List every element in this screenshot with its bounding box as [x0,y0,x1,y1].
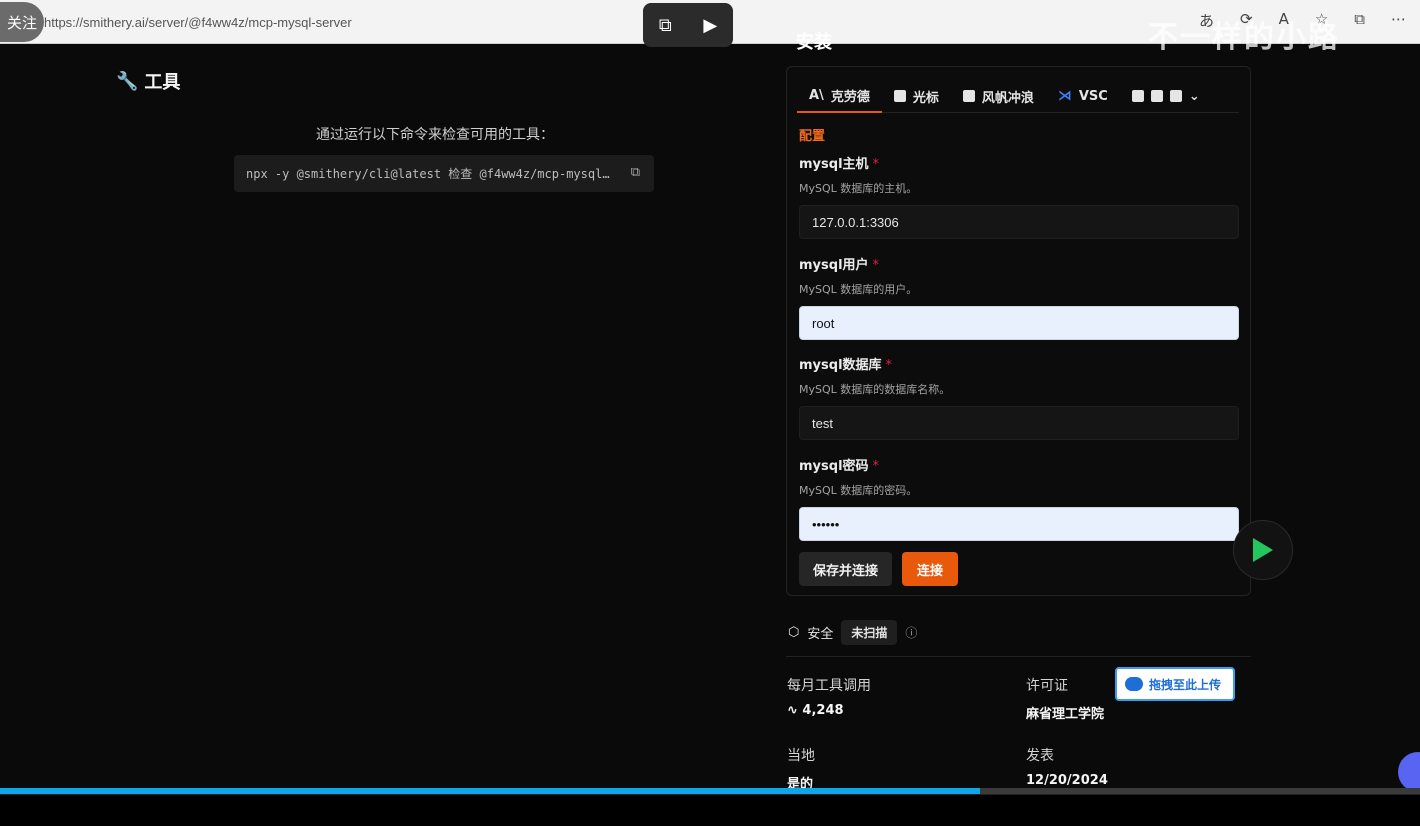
field-label-text: mysql密码 [799,459,869,474]
required-mark: * [885,358,893,373]
field-desc: MySQL 数据库的数据库名称。 [799,383,951,396]
status-badge: 未扫描 [841,620,898,645]
video-controls: ⧉ ▶ [643,3,733,47]
video-watermark: 不一样的小路 [1148,20,1340,55]
address-bar[interactable]: https://smithery.ai/server/@f4ww4z/mcp-m… [44,15,352,30]
tab-more[interactable]: ⌄ [1120,79,1212,113]
tab-cursor[interactable]: 光标 [882,79,951,113]
tab-label: 光标 [912,90,939,106]
field-desc: MySQL 数据库的用户。 [799,283,918,296]
save-and-connect-button[interactable]: 保存并连接 [799,552,893,586]
wrench-icon: 🔧 [116,70,139,92]
mysql-host-input[interactable]: 127.0.0.1:3306 [799,205,1239,239]
stat-label: 当地 [787,748,815,764]
vscode-icon: ⋊ [1057,88,1072,104]
floating-player-button[interactable] [1233,520,1293,580]
more-clients-icon [1131,90,1144,102]
anthropic-icon: A\ [809,87,824,103]
mysql-password-input[interactable]: •••••• [799,507,1239,541]
tab-label: 克劳德 [830,89,870,105]
upload-drop-button[interactable]: 拖拽至此上传 [1115,667,1235,701]
tools-heading: 🔧 工具 [116,68,180,94]
stat-value-text: 4,248 [802,703,844,718]
required-mark: * [872,459,880,474]
mysql-user-input[interactable]: root [799,306,1239,340]
extensions-icon[interactable]: ⋯ [1391,10,1406,31]
client-tabs: A\ 克劳德 光标 风帆冲浪 ⋊ VSC ⌄ [797,79,1239,113]
stat-published: 发表 12/20/2024 [1026,745,1108,788]
security-row: ⬡ 安全 未扫描 ⓘ [788,620,917,645]
tab-windsurf[interactable]: 风帆冲浪 [951,79,1046,113]
stat-label: 每月工具调用 [787,678,871,694]
stat-value: 麻省理工学院 [1026,707,1105,722]
tools-title-text: 工具 [144,72,181,93]
chevron-down-icon: ⌄ [1188,88,1200,104]
connect-button[interactable]: 连接 [902,552,958,586]
field-label: mysql数据库 * [799,354,1239,373]
field-label: mysql密码 * [799,455,1239,474]
activity-icon: ∿ [787,703,803,718]
tools-hint: 通过运行以下命令来检查可用的工具： [316,127,554,143]
video-bottom-bar [0,794,1420,826]
play-icon [1253,538,1273,562]
config-title: 配置 [799,129,826,144]
collections-icon[interactable]: ⧉ [1354,10,1365,31]
chat-bubble-button[interactable] [1398,752,1420,792]
more-clients-icon [1169,90,1182,102]
play-sparkle-icon[interactable]: ▶ [703,15,717,36]
field-label-text: mysql数据库 [799,358,882,373]
security-label: 安全 [807,627,834,642]
stat-value: 12/20/2024 [1026,773,1108,788]
field-mysql-password: mysql密码 * MySQL 数据库的密码。 •••••• [799,455,1239,541]
stat-value: ∿ 4,248 [787,703,871,718]
shield-icon: ⬡ [788,625,800,640]
field-label: mysql主机 * [799,153,1239,172]
tab-claude[interactable]: A\ 克劳德 [797,79,882,113]
info-icon[interactable]: ⓘ [905,624,917,641]
required-mark: * [872,157,880,172]
stat-label: 许可证 [1026,678,1068,694]
tab-label: VSC [1078,88,1108,104]
tab-vsc[interactable]: ⋊ VSC [1046,79,1120,113]
field-desc: MySQL 数据库的主机。 [799,182,918,195]
command-box[interactable]: npx -y @smithery/cli@latest 检查 @f4ww4z/m… [234,155,654,192]
pip-icon[interactable]: ⧉ [659,15,672,36]
copy-icon[interactable]: ⧉ [631,165,640,180]
field-mysql-database: mysql数据库 * MySQL 数据库的数据库名称。 test [799,354,1239,440]
field-label-text: mysql用户 [799,258,869,273]
install-section-title: 安装 [796,32,832,53]
field-desc: MySQL 数据库的密码。 [799,484,918,497]
cloud-icon [1125,677,1143,691]
command-text: npx -y @smithery/cli@latest 检查 @f4ww4z/m… [246,167,610,181]
stat-local: 当地 是的 [787,745,815,792]
upload-label: 拖拽至此上传 [1149,677,1222,692]
field-label: mysql用户 * [799,254,1239,273]
field-mysql-user: mysql用户 * MySQL 数据库的用户。 root [799,254,1239,340]
stat-monthly-calls: 每月工具调用 ∿ 4,248 [787,675,871,718]
stat-license: 许可证 麻省理工学院 [1026,675,1104,722]
divider [786,656,1251,657]
tab-label: 风帆冲浪 [981,90,1034,106]
more-clients-icon [1150,90,1163,102]
field-mysql-host: mysql主机 * MySQL 数据库的主机。 127.0.0.1:3306 [799,153,1239,239]
windsurf-icon [962,90,975,102]
cursor-icon [893,90,906,102]
install-panel: A\ 克劳德 光标 风帆冲浪 ⋊ VSC ⌄ 配置 mysql主机 * MySQL… [786,66,1251,596]
field-label-text: mysql主机 [799,157,869,172]
mysql-database-input[interactable]: test [799,406,1239,440]
stat-label: 发表 [1026,748,1054,764]
required-mark: * [872,258,880,273]
follow-button[interactable]: 关注 [0,2,44,42]
